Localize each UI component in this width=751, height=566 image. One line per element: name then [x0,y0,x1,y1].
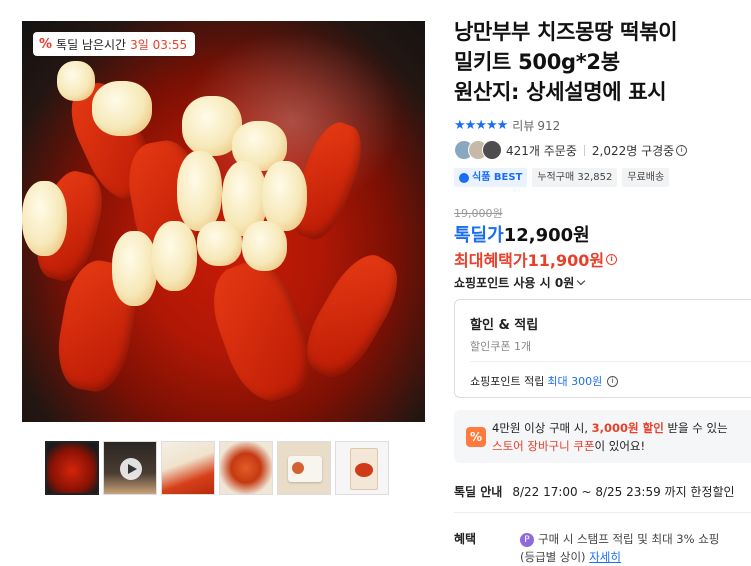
cheese-ball [112,231,157,306]
benefit-line-1: 구매 시 스탬프 적립 및 최대 3% 쇼핑 [538,532,720,546]
promo-discount: 3,000원 할인 [591,421,664,435]
product-main-image[interactable] [22,21,425,422]
free-shipping-tag: 무료배송 [622,168,670,187]
points-max: 최대 300원 [547,375,603,388]
promo-coupon-name: 스토어 장바구니 쿠폰 [492,439,595,453]
cheese-ball [22,181,67,256]
deal-info-row: 톡딜 안내 8/22 17:00 ~ 8/25 23:59 까지 한정할인 [454,483,735,500]
benefit-text: P 구매 시 스탬프 적립 및 최대 3% 쇼핑 (등급별 상이) 자세히 [520,530,719,566]
thumbnail-4[interactable] [219,441,273,495]
divider [454,512,751,513]
cheese-ball [92,81,152,136]
cart-coupon-promo[interactable]: % 4만원 이상 구매 시, 3,000원 할인 받을 수 있는 스토어 장바구… [454,410,751,463]
title-line-1: 낭만부부 치즈몽땅 떡볶이 [454,20,678,44]
thumbnail-strip [45,441,389,495]
viewer-count: 2,022명 구경중 [591,143,675,158]
order-count: 421개 주문중 [506,143,577,158]
max-benefit-price-row: 최대혜택가 11,900원 i [454,247,618,271]
cheese-ball [242,221,287,271]
info-icon[interactable]: i [607,375,619,387]
product-tags: 식품 BEST 누적구매 32,852 무료배송 [454,168,670,187]
cheese-ball [197,221,242,266]
points-label: 쇼핑포인트 적립 [470,375,545,388]
title-line-3: 원산지: 상세설명에 표시 [454,80,667,104]
detail-link[interactable]: 자세히 [589,550,621,564]
sale-price: 12,900원 [503,225,590,246]
best-tag-label: 식품 BEST [472,172,523,183]
original-price: 19,000원 [454,207,503,220]
tray-image [288,456,322,482]
rating-stars-icon: ★★★★★ [454,118,508,133]
divider [470,361,751,362]
deal-label: 톡딜 안내 [454,485,503,499]
benefit-label: 혜택 [454,532,477,546]
package-image [350,448,378,490]
timer-value: 3일 03:55 [130,37,188,52]
point-use-toggle[interactable]: 쇼핑포인트 사용 시 0원 [454,274,586,291]
chevron-down-icon [577,276,586,286]
point-use-text: 쇼핑포인트 사용 시 0원 [454,276,575,290]
cumulative-purchase-tag: 누적구매 32,852 [532,168,618,187]
max-benefit-label: 최대혜택가 [454,251,528,270]
promo-line-2: 스토어 장바구니 쿠폰이 있어요! [492,438,645,454]
sale-price-row: 톡딜가12,900원 [454,221,590,247]
benefit-line-2: (등급별 상이) [520,550,586,564]
promo-text: 4만원 이상 구매 시, [492,421,588,435]
buyer-avatars [454,140,502,160]
timer-label: 톡딜 남은시간 [56,37,127,52]
points-info: 쇼핑포인트 적립 최대 300원 i [470,373,619,389]
divider [583,144,585,156]
review-count: 912 [537,118,561,133]
deal-timer-badge: % 톡딜 남은시간 3일 03:55 [33,32,196,56]
review-summary[interactable]: ★★★★★ 리뷰 912 [454,117,560,134]
product-title: 낭만부부 치즈몽땅 떡볶이 밀키트 500g*2봉 원산지: 상세설명에 표시 [454,17,751,107]
badge-icon [459,172,469,183]
thumbnail-video[interactable] [103,441,157,495]
review-label: 리뷰 [512,119,535,133]
thumbnail-3[interactable] [161,441,215,495]
discount-reward-box: 할인 & 적립 할인쿠폰 1개 쇼핑포인트 적립 최대 300원 i [454,299,751,398]
point-p-icon: P [520,532,534,547]
promo-text: 받을 수 있는 [667,421,728,435]
title-line-2: 밀키트 500g*2봉 [454,50,620,74]
sale-label: 톡딜가 [454,225,504,246]
order-status-row: 421개 주문중 2,022명 구경중 i [454,140,688,160]
promo-line-1: 4만원 이상 구매 시, 3,000원 할인 받을 수 있는 [492,420,728,436]
percent-icon: % [466,427,486,447]
deal-period: 8/22 17:00 ~ 8/25 23:59 까지 한정할인 [512,485,735,499]
info-icon[interactable]: i [606,253,618,265]
cheese-ball [152,221,197,291]
info-icon[interactable]: i [676,144,688,156]
best-tag[interactable]: 식품 BEST [454,168,528,187]
cheese-ball [57,61,95,101]
thumbnail-1[interactable] [45,441,99,495]
tteok-piece [293,244,411,388]
cheese-ball [177,151,222,231]
max-benefit-price: 11,900원 [527,251,605,270]
play-icon [120,458,142,480]
percent-icon: % [39,36,53,52]
tteok-piece [200,251,324,411]
thumbnail-5[interactable] [277,441,331,495]
promo-text: 이 있어요! [594,439,646,453]
coupon-info[interactable]: 할인쿠폰 1개 [470,338,531,354]
box-title: 할인 & 적립 [470,318,539,333]
thumbnail-6[interactable] [335,441,389,495]
